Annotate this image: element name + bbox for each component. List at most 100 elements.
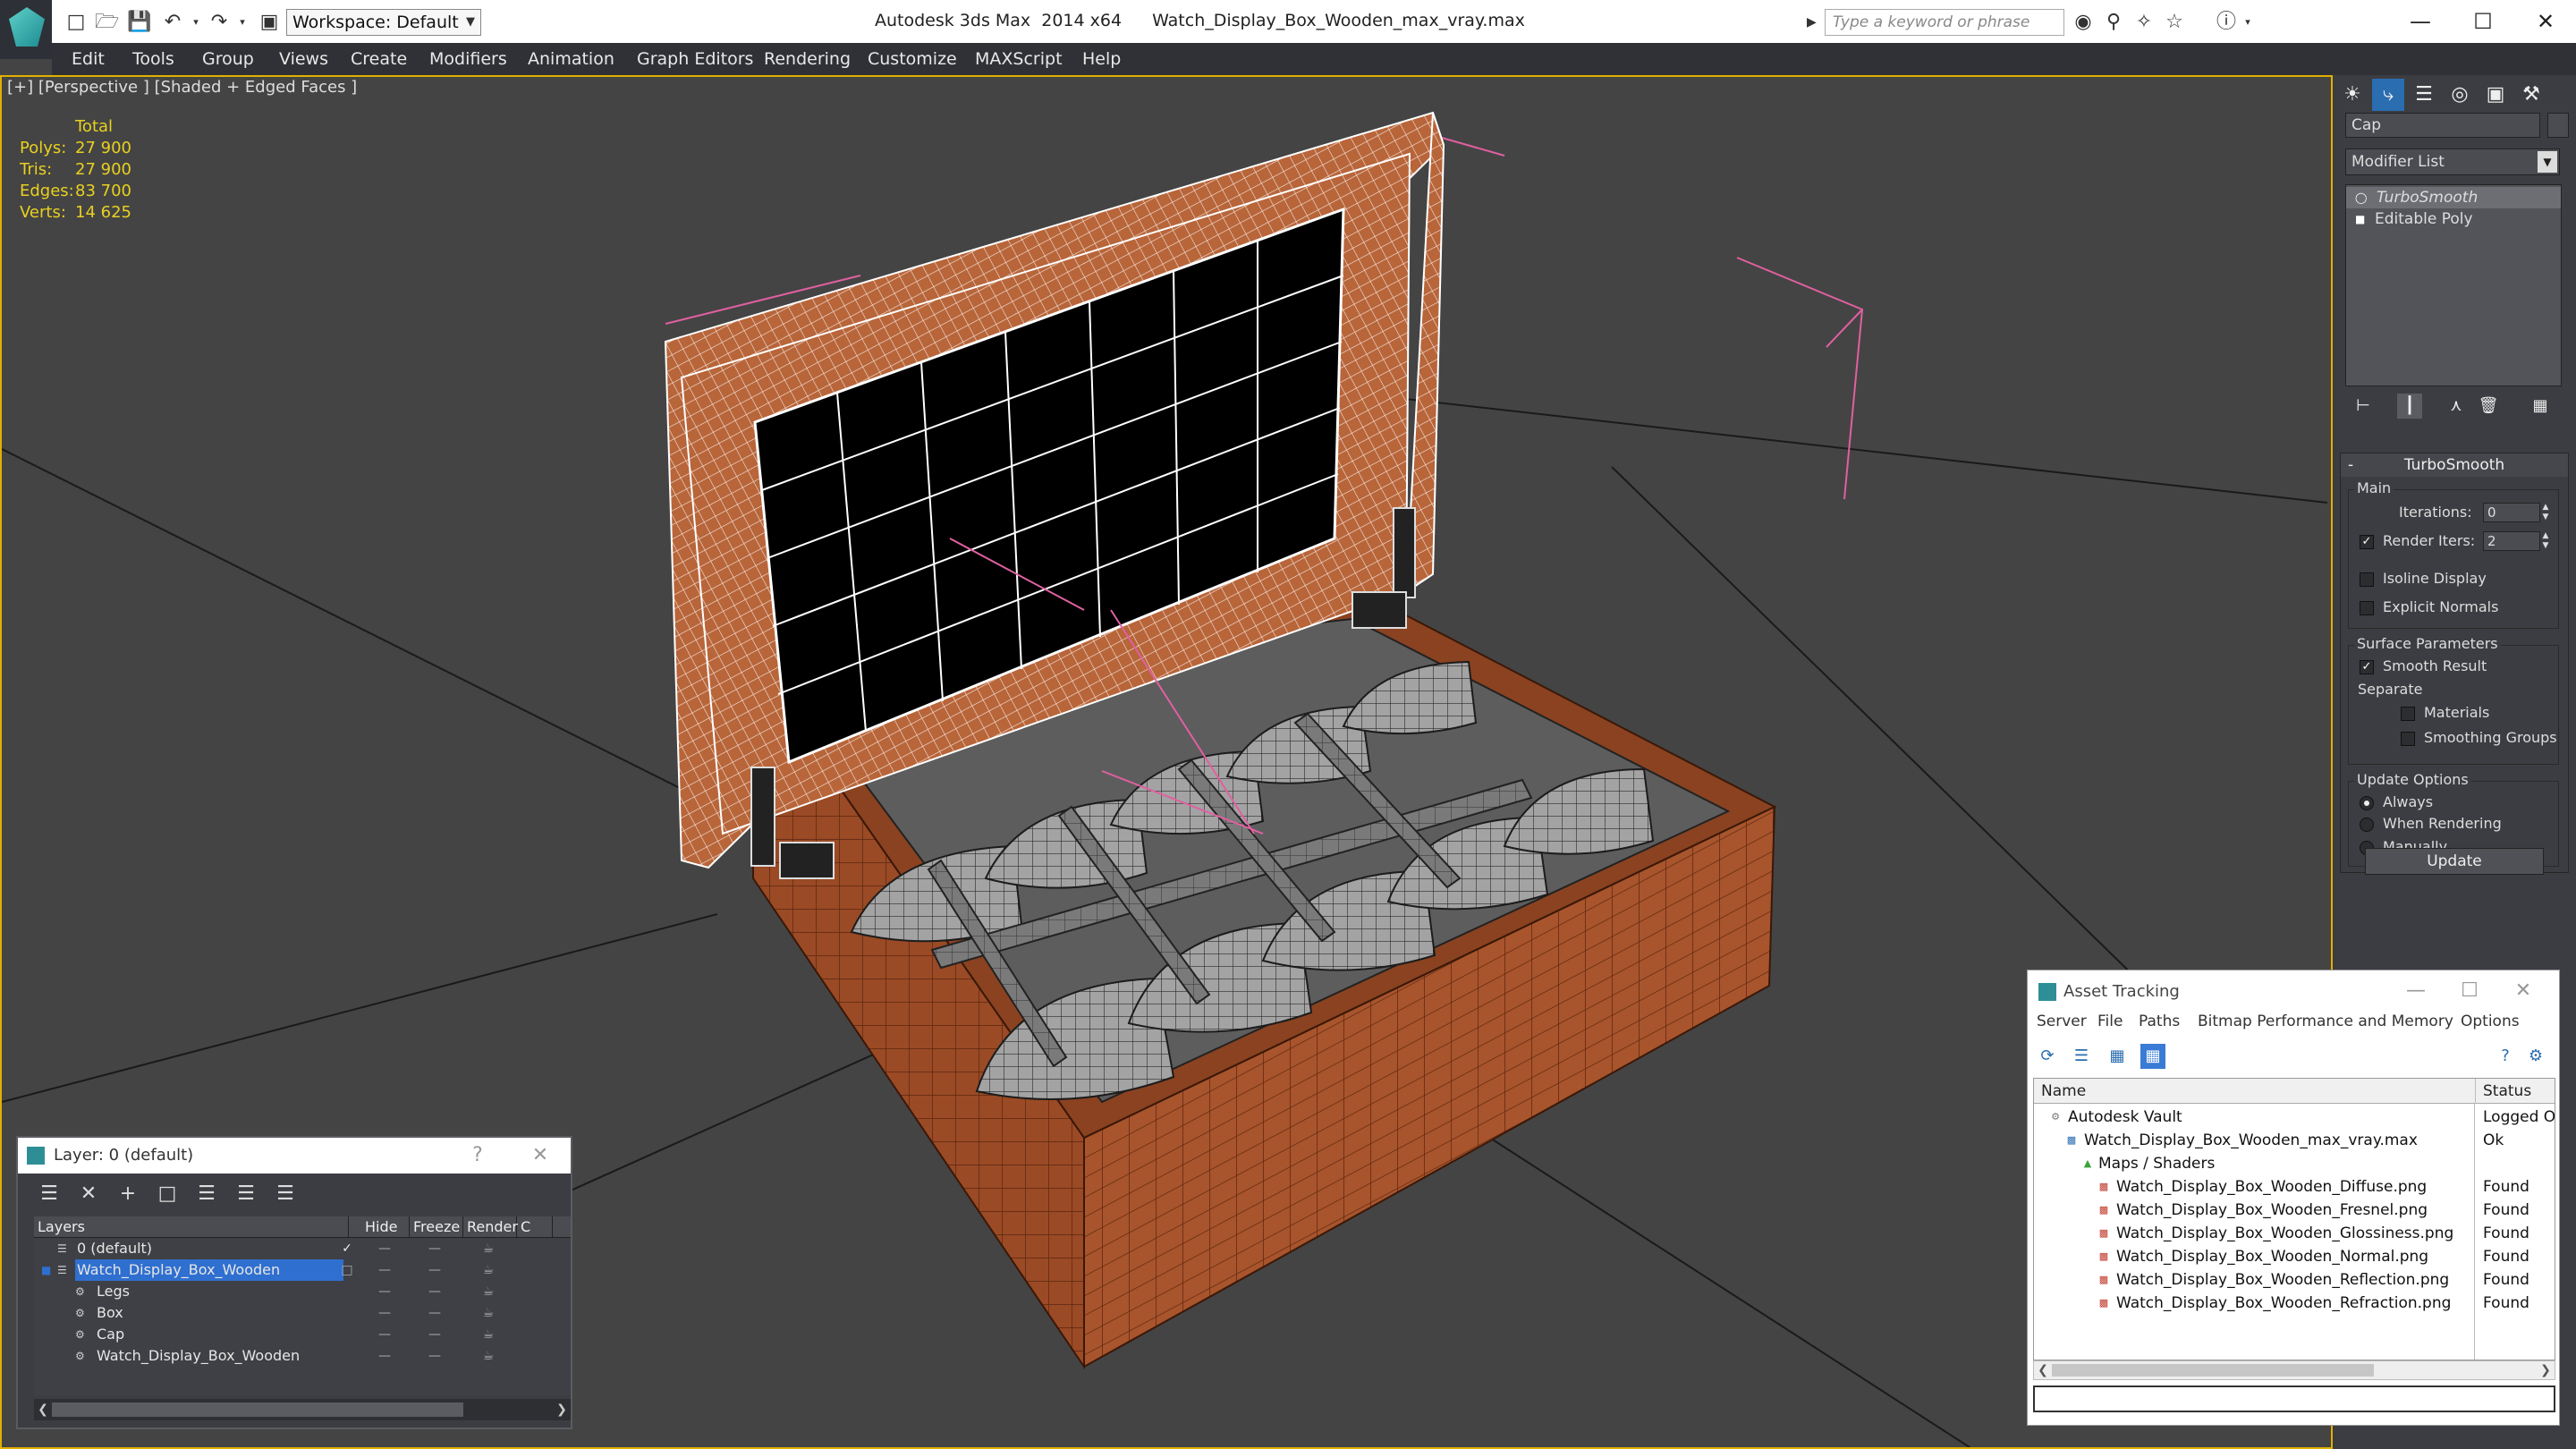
motion-tab-icon[interactable]: ◎	[2444, 79, 2476, 111]
spinner-arrows-icon[interactable]: ▲ ▼	[2540, 503, 2551, 522]
menu-views[interactable]: Views	[279, 43, 328, 75]
column-name[interactable]: Name	[2034, 1079, 2476, 1104]
workspace-dropdown-icon[interactable]: ▼	[462, 9, 479, 36]
save-file-icon[interactable]: 💾	[127, 11, 151, 34]
isoline-display-checkbox[interactable]	[2360, 572, 2374, 587]
spinner-arrows-icon[interactable]: ▲ ▼	[2540, 531, 2551, 551]
collapse-icon[interactable]: -	[2348, 453, 2353, 477]
search-expand-icon[interactable]: ▶	[1807, 11, 1823, 34]
hide-toggle[interactable]: —	[376, 1345, 394, 1367]
undo-dropdown-icon[interactable]: ▾	[184, 11, 208, 34]
create-tab-icon[interactable]: ☀	[2336, 79, 2368, 111]
menu-tools[interactable]: Tools	[132, 43, 174, 75]
communication-center-icon[interactable]: ⚲	[2102, 11, 2125, 34]
layer-row[interactable]: ⚙ Cap — — ☕	[34, 1324, 571, 1345]
expand-icon[interactable]: ■	[41, 1264, 54, 1276]
refresh-icon[interactable]: ⟳	[2035, 1044, 2060, 1069]
hierarchy-tab-icon[interactable]: ☰	[2408, 79, 2440, 111]
menu-bitmap-performance[interactable]: Bitmap Performance and Memory	[2198, 1008, 2453, 1035]
menu-rendering[interactable]: Rendering	[764, 43, 851, 75]
asset-row-map[interactable]: ▩ Watch_Display_Box_Wooden_Reflection.pn…	[2034, 1268, 2555, 1292]
display-tab-icon[interactable]: ▣	[2479, 79, 2512, 111]
explicit-normals-checkbox[interactable]	[2360, 601, 2374, 615]
app-menu-button[interactable]	[0, 0, 52, 59]
menu-animation[interactable]: Animation	[528, 43, 614, 75]
smoothing-groups-checkbox[interactable]	[2401, 732, 2415, 746]
scroll-left-icon[interactable]: ❮	[34, 1399, 52, 1420]
menu-edit[interactable]: Edit	[72, 43, 105, 75]
column-freeze[interactable]: Freeze	[410, 1216, 463, 1238]
help-icon[interactable]: ⓘ	[2215, 11, 2238, 34]
close-button[interactable]: ✕	[2505, 976, 2541, 1006]
asset-row-map[interactable]: ▩ Watch_Display_Box_Wooden_Refraction.pn…	[2034, 1292, 2555, 1315]
freeze-toggle[interactable]: —	[426, 1281, 444, 1302]
list-view-icon[interactable]: ☰	[2069, 1044, 2094, 1069]
help-icon[interactable]: ?	[2493, 1044, 2518, 1069]
dialog-titlebar[interactable]: Layer: 0 (default) ? ✕	[18, 1138, 571, 1174]
asset-row-vault[interactable]: ⚙ Autodesk Vault Logged Ou	[2034, 1106, 2555, 1129]
scrollbar-thumb[interactable]	[2052, 1364, 2374, 1377]
asset-row-map[interactable]: ▩ Watch_Display_Box_Wooden_Diffuse.png F…	[2034, 1175, 2555, 1199]
column-layers[interactable]: Layers	[34, 1216, 349, 1238]
iterations-spinner[interactable]: 0	[2483, 503, 2540, 522]
layer-name[interactable]: 0 (default)	[75, 1238, 152, 1259]
delete-layer-icon[interactable]: ✕	[75, 1181, 102, 1208]
chevron-down-icon[interactable]: ▼	[2538, 151, 2557, 173]
menu-graph-editors[interactable]: Graph Editors	[637, 43, 753, 75]
update-button[interactable]: Update	[2365, 848, 2544, 875]
new-file-icon[interactable]: □	[64, 11, 88, 34]
modify-tab-icon[interactable]: ⤷	[2372, 79, 2404, 111]
menu-file[interactable]: File	[2097, 1008, 2123, 1035]
viewport-label[interactable]: [+] [Perspective ] [Shaded + Edged Faces…	[7, 77, 357, 98]
scroll-right-icon[interactable]: ❯	[553, 1399, 571, 1420]
column-hide[interactable]: Hide	[361, 1216, 410, 1238]
layer-row[interactable]: ⚙ Legs — — ☕	[34, 1281, 571, 1302]
object-name[interactable]: Box	[95, 1302, 123, 1324]
undo-icon[interactable]: ↶	[161, 11, 184, 34]
smooth-result-checkbox[interactable]: ✓	[2360, 660, 2374, 674]
horizontal-scrollbar[interactable]: ❮ ❯	[34, 1399, 571, 1420]
close-button[interactable]: ✕	[524, 1138, 556, 1174]
grid-view-icon[interactable]: ▦	[2140, 1044, 2165, 1069]
maximize-button[interactable]: ☐	[2452, 976, 2487, 1006]
materials-checkbox[interactable]	[2401, 707, 2415, 721]
redo-icon[interactable]: ↷	[208, 11, 231, 34]
menu-paths[interactable]: Paths	[2139, 1008, 2180, 1035]
configure-sets-icon[interactable]: ▦	[2528, 394, 2553, 419]
menu-maxscript[interactable]: MAXScript	[975, 43, 1063, 75]
modifier-list-dropdown[interactable]: Modifier List ▼	[2345, 148, 2560, 175]
render-iters-spinner[interactable]: 2	[2483, 531, 2540, 551]
hide-toggle[interactable]: —	[376, 1324, 394, 1345]
column-color[interactable]: C	[517, 1216, 553, 1238]
asset-row-map[interactable]: ▩ Watch_Display_Box_Wooden_Fresnel.png F…	[2034, 1199, 2555, 1222]
menu-create[interactable]: Create	[351, 43, 407, 75]
freeze-toggle[interactable]: —	[426, 1302, 444, 1324]
rollout-title[interactable]: TurboSmooth	[2341, 453, 2568, 477]
minimize-button[interactable]: —	[2394, 4, 2447, 39]
freeze-toggle[interactable]: —	[426, 1345, 444, 1367]
asset-row-map[interactable]: ▩ Watch_Display_Box_Wooden_Glossiness.pn…	[2034, 1222, 2555, 1245]
asset-path-field[interactable]	[2033, 1385, 2555, 1412]
utilities-tab-icon[interactable]: ⚒	[2515, 79, 2547, 111]
remove-modifier-icon[interactable]: 🗑	[2476, 394, 2501, 419]
show-end-result-icon[interactable]: ┃	[2397, 394, 2422, 419]
layer-name[interactable]: Watch_Display_Box_Wooden	[75, 1259, 343, 1281]
menu-customize[interactable]: Customize	[868, 43, 957, 75]
current-layer-box-icon[interactable]: □	[338, 1259, 356, 1281]
make-unique-icon[interactable]: ⋏	[2444, 394, 2469, 419]
menu-options[interactable]: Options	[2461, 1008, 2520, 1035]
star-icon[interactable]: ☆	[2163, 11, 2186, 34]
lightbulb-icon[interactable]: ◯	[2355, 191, 2367, 204]
layer-row[interactable]: ■ ☰ Watch_Display_Box_Wooden □ — — ☕	[34, 1259, 571, 1281]
object-color-swatch[interactable]	[2547, 113, 2569, 138]
hide-toggle[interactable]: —	[376, 1238, 394, 1259]
freeze-toggle[interactable]: —	[426, 1238, 444, 1259]
asset-row-map[interactable]: ▩ Watch_Display_Box_Wooden_Normal.png Fo…	[2034, 1245, 2555, 1268]
settings-icon[interactable]: ⚙	[2523, 1044, 2548, 1069]
favorites-tools-icon[interactable]: ✧	[2132, 11, 2156, 34]
asset-row-maps[interactable]: ▲ Maps / Shaders	[2034, 1152, 2555, 1175]
object-name[interactable]: Watch_Display_Box_Wooden	[95, 1345, 300, 1367]
object-name-field[interactable]: Cap	[2345, 113, 2540, 138]
minimize-button[interactable]: —	[2398, 976, 2434, 1006]
scroll-right-icon[interactable]: ❯	[2537, 1361, 2555, 1379]
